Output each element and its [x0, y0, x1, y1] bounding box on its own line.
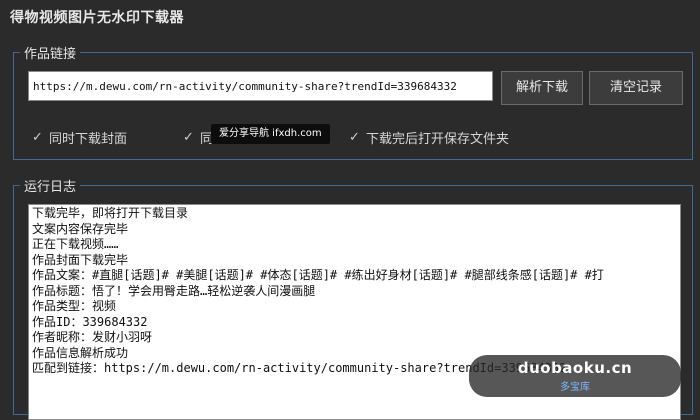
clear-records-button[interactable]: 清空记录 — [589, 71, 683, 105]
log-line: 文案内容保存完毕 — [32, 221, 129, 236]
download-cover-checkbox[interactable]: ✓ 同时下载封面 — [32, 127, 127, 147]
log-line: 下载完毕，即将打开下载目录 — [32, 206, 189, 220]
app-title: 得物视频图片无水印下载器 — [10, 10, 184, 26]
link-group-legend: 作品链接 — [20, 43, 81, 62]
log-line: 作品标题：悟了！学会用臀走路…轻松逆袭人间漫画腿 — [32, 283, 316, 298]
checkmark-icon: ✓ — [183, 129, 194, 145]
log-line: 作者昵称：发财小羽呀 — [32, 330, 153, 344]
parse-download-button[interactable]: 解析下载 — [501, 71, 583, 105]
checkmark-icon: ✓ — [32, 129, 43, 145]
open-folder-label: 下载完后打开保存文件夹 — [366, 131, 510, 147]
log-line: 作品类型：视频 — [32, 299, 117, 313]
link-groupbox: 作品链接 解析下载 清空记录 ✓ 同时下载封面 ✓ 同 ✓ 下载完后打开保存文件… — [13, 43, 693, 160]
watermark-text: duobaoku.cn — [517, 359, 633, 377]
checkmark-icon: ✓ — [349, 129, 360, 145]
log-line: 作品文案：#直腿[话题]# #美腿[话题]# #体态[话题]# #练出好身材[话… — [32, 268, 604, 282]
log-line: 正在下载视频…… — [32, 237, 119, 251]
download-cover-label: 同时下载封面 — [49, 131, 128, 147]
url-input[interactable] — [28, 71, 493, 101]
log-line: 作品封面下载完毕 — [32, 252, 129, 267]
log-group-legend: 运行日志 — [20, 176, 81, 195]
second-option-checkbox[interactable]: ✓ 同 — [183, 127, 213, 147]
watermark-subtext: 多宝库 — [560, 382, 590, 393]
log-line: 作品ID：339684332 — [32, 314, 148, 329]
watermark-badge: duobaoku.cn 多宝库 — [469, 355, 681, 397]
site-overlay-caption: 爱分享导航 ifxdh.com — [211, 124, 330, 144]
open-folder-checkbox[interactable]: ✓ 下载完后打开保存文件夹 — [349, 127, 509, 147]
